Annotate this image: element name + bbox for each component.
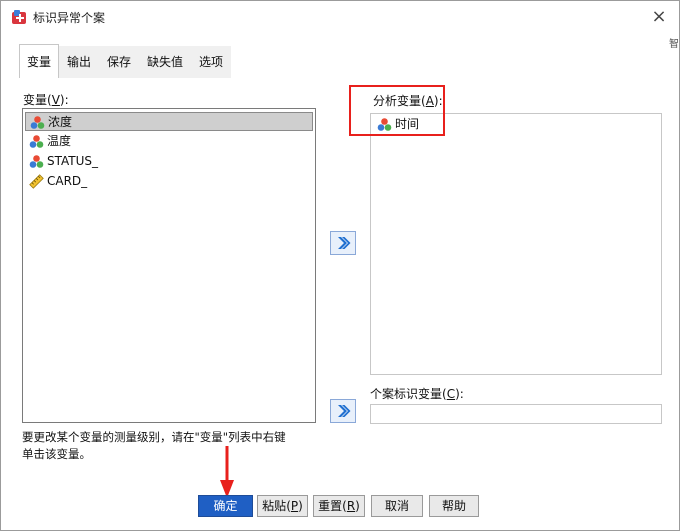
title-bar: 标识异常个案 × xyxy=(1,1,679,33)
close-button[interactable]: × xyxy=(647,7,671,27)
cancel-button[interactable]: 取消 xyxy=(371,495,423,517)
window-title: 标识异常个案 xyxy=(33,11,106,25)
variables-list[interactable]: 浓度 温度 STATUS_ CARD_ xyxy=(22,108,316,423)
measurement-hint-line1: 要更改某个变量的测量级别，请在"变量"列表中右键 xyxy=(22,430,286,444)
variable-item-concentration[interactable]: 浓度 xyxy=(25,112,313,131)
analysis-variables-list[interactable]: 时间 xyxy=(370,113,662,375)
scale-ruler-icon xyxy=(29,174,44,189)
paste-button[interactable]: 粘贴(P) xyxy=(257,495,308,517)
variable-name: CARD_ xyxy=(47,174,88,188)
case-id-label: 个案标识变量(C): xyxy=(370,387,464,401)
nominal-icon xyxy=(30,116,45,129)
nominal-icon xyxy=(29,135,44,148)
variable-item-temperature[interactable]: 温度 xyxy=(25,132,313,151)
variables-label: 变量(V): xyxy=(23,93,69,107)
variable-item-status[interactable]: STATUS_ xyxy=(25,152,313,171)
tab-variables[interactable]: 变量 xyxy=(19,44,59,78)
variable-name: STATUS_ xyxy=(47,154,99,168)
red-arrow-pointer xyxy=(220,446,234,498)
variable-item-card[interactable]: CARD_ xyxy=(25,172,313,191)
tab-output[interactable]: 输出 xyxy=(59,46,99,78)
move-to-analysis-button[interactable] xyxy=(330,231,356,255)
tab-save[interactable]: 保存 xyxy=(99,46,139,78)
arrow-right-icon xyxy=(338,237,351,249)
variable-name: 温度 xyxy=(47,134,72,148)
help-button[interactable]: 帮助 xyxy=(429,495,479,517)
variable-name: 浓度 xyxy=(48,115,73,129)
tab-options[interactable]: 选项 xyxy=(191,46,231,78)
arrow-right-icon xyxy=(338,405,351,417)
highlight-box xyxy=(349,85,445,136)
measurement-hint-line2: 单击该变量。 xyxy=(22,447,91,461)
case-id-field[interactable] xyxy=(370,404,662,424)
nominal-icon xyxy=(29,155,44,168)
app-icon xyxy=(12,10,26,24)
reset-button[interactable]: 重置(R) xyxy=(313,495,365,517)
move-to-case-id-button[interactable] xyxy=(330,399,356,423)
dialog-window: 标识异常个案 × 智 变量 输出 保存 缺失值 选项 变量(V): 浓度 温度 xyxy=(0,0,680,531)
tab-missing-values[interactable]: 缺失值 xyxy=(139,46,191,78)
background-edge-text: 智 xyxy=(669,39,679,50)
ok-button[interactable]: 确定 xyxy=(198,495,253,517)
